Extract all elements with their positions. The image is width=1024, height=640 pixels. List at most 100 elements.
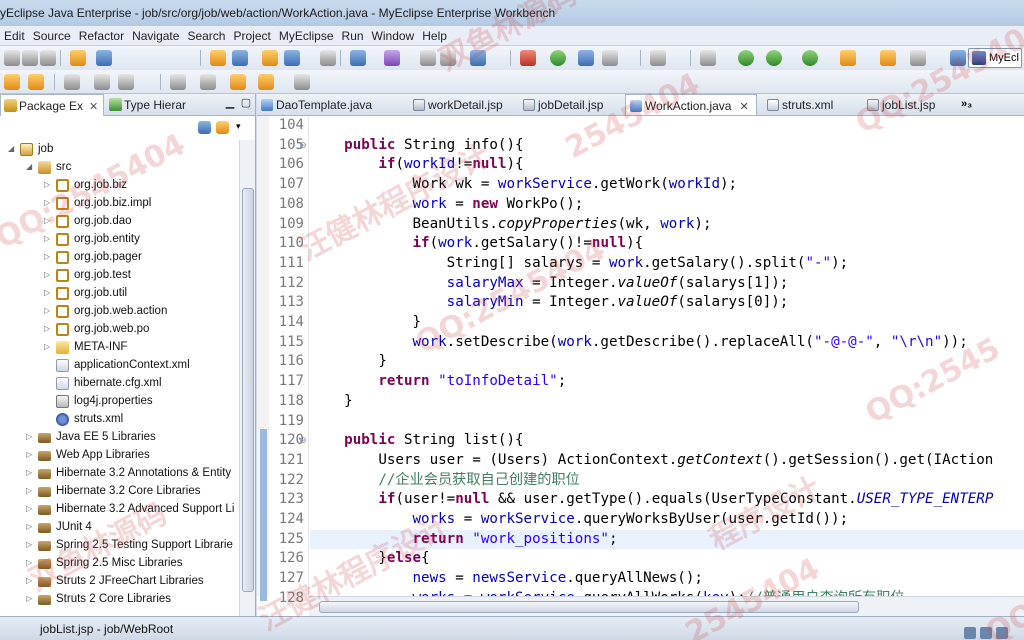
fold-toggle-icon[interactable]: ⊖ [299, 140, 307, 151]
web-project-icon[interactable] [262, 50, 278, 66]
link-with-editor-icon[interactable] [216, 121, 229, 134]
annotation-next-icon[interactable] [94, 74, 110, 90]
collapsed-arrow-icon[interactable]: ▷ [26, 572, 36, 590]
menu-project[interactable]: Project [229, 26, 274, 45]
server-icon[interactable] [284, 50, 300, 66]
menu-run[interactable]: Run [338, 26, 368, 45]
database-icon[interactable] [320, 50, 336, 66]
annotation-prev-icon[interactable] [118, 74, 134, 90]
tab-jobdetail-jsp[interactable]: jobDetail.jsp [519, 94, 623, 115]
expanded-arrow-icon[interactable]: ◢ [26, 158, 36, 176]
scrollbar-thumb[interactable] [242, 188, 254, 592]
perspective-switcher[interactable]: MyEcl [968, 48, 1022, 68]
progress-icon[interactable] [980, 627, 992, 639]
code-area[interactable]: public String info(){ if(workId!=null){ … [310, 116, 1024, 596]
report-icon[interactable] [602, 50, 618, 66]
menu-edit[interactable]: Edit [0, 26, 29, 45]
editor-tabs: DaoTemplate.java workDetail.jsp jobDetail.… [257, 94, 1024, 116]
tab-package-explorer[interactable]: Package Ex ✕ [0, 94, 104, 116]
collapsed-arrow-icon[interactable]: ▷ [44, 248, 54, 266]
collapsed-arrow-icon[interactable]: ▷ [26, 554, 36, 572]
more-tabs-button[interactable]: »₃ [961, 94, 972, 115]
print-icon[interactable] [40, 50, 56, 66]
collapsed-arrow-icon[interactable]: ▷ [26, 428, 36, 446]
pin-icon[interactable] [230, 74, 246, 90]
scrollbar-thumb[interactable] [319, 601, 859, 613]
collapsed-arrow-icon[interactable]: ▷ [44, 338, 54, 356]
last-edit-icon[interactable] [170, 74, 186, 90]
open-type-icon[interactable] [70, 50, 86, 66]
wizard-icon[interactable] [4, 74, 20, 90]
collapsed-arrow-icon[interactable]: ▷ [26, 590, 36, 608]
collapsed-arrow-icon[interactable]: ▷ [26, 446, 36, 464]
mobile-icon[interactable] [910, 50, 926, 66]
run-icon[interactable] [738, 50, 754, 66]
tab-workaction-java[interactable]: WorkAction.java ✕ [625, 94, 757, 115]
collapsed-arrow-icon[interactable]: ▷ [44, 176, 54, 194]
menu-refactor[interactable]: Refactor [75, 26, 128, 45]
menu-help[interactable]: Help [418, 26, 451, 45]
menu-myeclipse[interactable]: MyEclipse [275, 26, 338, 45]
tab-joblist-jsp[interactable]: jobList.jsp [863, 94, 957, 115]
vertical-scrollbar[interactable] [239, 140, 255, 616]
menu-search[interactable]: Search [183, 26, 229, 45]
new-class-icon[interactable] [232, 50, 248, 66]
collapsed-arrow-icon[interactable]: ▷ [26, 482, 36, 500]
maximize-icon[interactable]: ▢ [240, 97, 252, 109]
forward-icon[interactable] [294, 74, 310, 90]
save-icon[interactable] [22, 50, 38, 66]
search-icon[interactable] [350, 50, 366, 66]
ant-run-icon[interactable] [880, 50, 896, 66]
view-menu-icon[interactable]: ▾ [236, 121, 241, 132]
collapsed-arrow-icon[interactable]: ▷ [44, 212, 54, 230]
collapsed-arrow-icon[interactable]: ▷ [26, 536, 36, 554]
task-icon[interactable] [840, 50, 856, 66]
close-icon[interactable]: ✕ [739, 101, 748, 113]
collapsed-arrow-icon[interactable]: ▷ [44, 284, 54, 302]
close-icon[interactable]: ✕ [89, 101, 98, 113]
menu-source[interactable]: Source [29, 26, 75, 45]
tab-daotemplate-java[interactable]: DaoTemplate.java [257, 94, 407, 115]
coverage-icon[interactable] [802, 50, 818, 66]
settings-icon[interactable] [700, 50, 716, 66]
minimize-icon[interactable]: ▁ [224, 97, 236, 109]
code-line: salaryMin = Integer.valueOf(salarys[0]); [446, 294, 789, 311]
collapsed-arrow-icon[interactable]: ▷ [44, 302, 54, 320]
notification-icon[interactable] [996, 627, 1008, 639]
heap-icon[interactable] [964, 627, 976, 639]
servlet-icon[interactable] [520, 50, 536, 66]
collapsed-arrow-icon[interactable]: ▷ [26, 464, 36, 482]
menu-window[interactable]: Window [368, 26, 419, 45]
back-icon[interactable] [258, 74, 274, 90]
image-editor-icon[interactable] [578, 50, 594, 66]
webservice-icon[interactable] [550, 50, 566, 66]
collapsed-arrow-icon[interactable]: ▷ [44, 194, 54, 212]
profile-icon[interactable] [384, 50, 400, 66]
secondary-toolbar [0, 70, 1024, 94]
open-perspective-icon[interactable] [950, 50, 966, 66]
deploy-icon[interactable] [96, 50, 112, 66]
ant-icon[interactable] [440, 50, 456, 66]
toggle-mark-icon[interactable] [64, 74, 80, 90]
horizontal-scrollbar[interactable] [309, 596, 1024, 616]
collapsed-arrow-icon[interactable]: ▷ [26, 500, 36, 518]
browser-icon[interactable] [420, 50, 436, 66]
tab-workdetail-jsp[interactable]: workDetail.jsp [409, 94, 521, 115]
collapsed-arrow-icon[interactable]: ▷ [44, 266, 54, 284]
new-icon[interactable] [4, 50, 20, 66]
menu-navigate[interactable]: Navigate [128, 26, 183, 45]
open-perspective-icon[interactable] [470, 50, 486, 66]
debug-icon[interactable] [766, 50, 782, 66]
tab-type-hierarchy[interactable]: Type Hierar [106, 94, 206, 116]
expanded-arrow-icon[interactable]: ◢ [8, 140, 18, 158]
external-tool-icon[interactable] [650, 50, 666, 66]
collapse-all-icon[interactable] [198, 121, 211, 134]
collapsed-arrow-icon[interactable]: ▷ [26, 518, 36, 536]
edit-back-icon[interactable] [200, 74, 216, 90]
collapsed-arrow-icon[interactable]: ▷ [44, 320, 54, 338]
tab-struts-xml[interactable]: struts.xml [763, 94, 861, 115]
new-project-icon[interactable] [210, 50, 226, 66]
collapsed-arrow-icon[interactable]: ▷ [44, 230, 54, 248]
fold-toggle-icon[interactable]: ⊖ [299, 435, 307, 446]
open-folder-icon[interactable] [28, 74, 44, 90]
